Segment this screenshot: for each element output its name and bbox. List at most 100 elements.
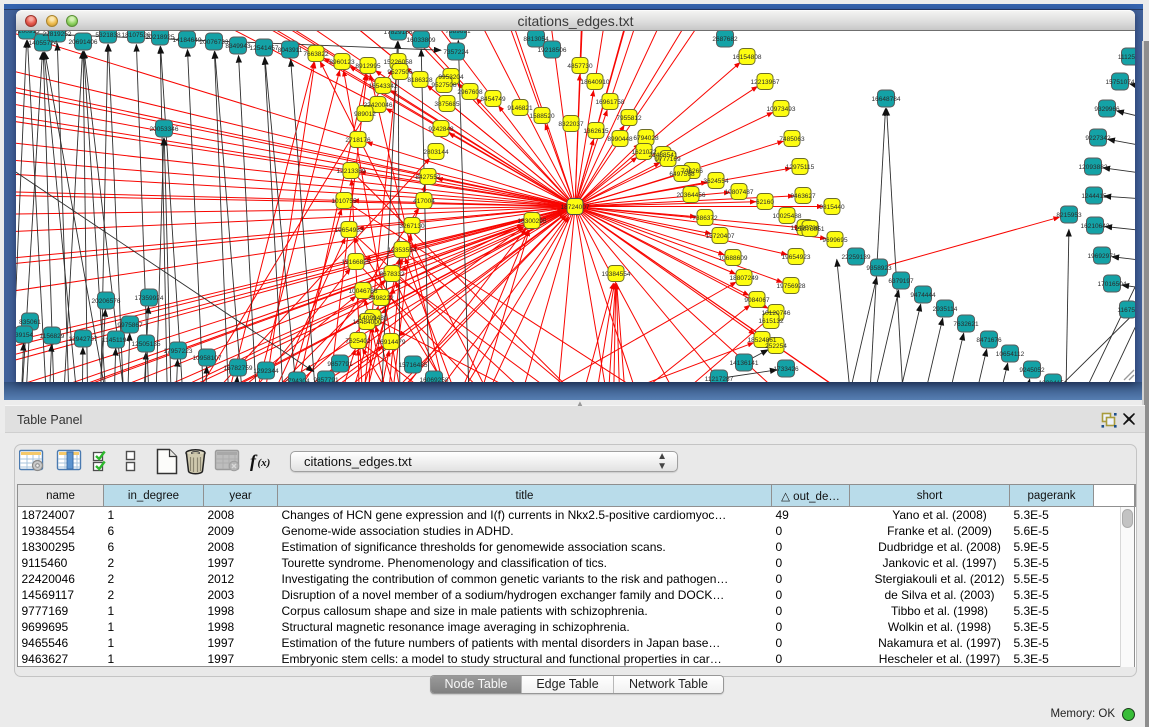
svg-text:9358923: 9358923 <box>866 265 892 272</box>
svg-text:(x): (x) <box>258 457 271 469</box>
svg-text:3624554: 3624554 <box>703 178 729 185</box>
svg-text:417004: 417004 <box>413 198 435 205</box>
svg-text:9777169: 9777169 <box>655 156 681 163</box>
svg-text:6379197: 6379197 <box>888 278 914 285</box>
svg-text:19654983: 19654983 <box>335 227 364 234</box>
svg-text:16648784: 16648784 <box>872 96 901 103</box>
svg-text:9857791: 9857791 <box>327 361 353 368</box>
svg-text:20053346: 20053346 <box>150 126 179 133</box>
svg-text:10807487: 10807487 <box>725 189 754 196</box>
svg-text:7625402: 7625402 <box>345 338 371 345</box>
svg-text:17016504: 17016504 <box>1098 281 1127 288</box>
svg-text:15226058: 15226058 <box>384 59 413 66</box>
svg-text:14184649: 14184649 <box>173 37 202 44</box>
svg-text:1362615: 1362615 <box>583 128 609 135</box>
svg-text:8960123: 8960123 <box>329 59 355 66</box>
svg-text:10120746: 10120746 <box>762 310 791 317</box>
svg-text:19384554: 19384554 <box>602 271 631 278</box>
svg-text:8454749: 8454749 <box>480 96 506 103</box>
svg-text:10973493: 10973493 <box>767 106 796 113</box>
svg-text:3267130: 3267130 <box>399 223 425 230</box>
svg-text:17829186: 17829186 <box>384 31 413 36</box>
svg-text:2718176: 2718176 <box>345 137 371 144</box>
svg-text:17957223: 17957223 <box>164 348 193 355</box>
svg-text:835061: 835061 <box>19 319 41 326</box>
svg-text:116753: 116753 <box>1117 307 1135 314</box>
svg-text:10654112: 10654112 <box>996 351 1025 358</box>
svg-text:16782759: 16782759 <box>224 365 253 372</box>
svg-text:1733426: 1733426 <box>773 366 799 373</box>
svg-text:8678332: 8678332 <box>379 271 405 278</box>
svg-text:1588520: 1588520 <box>529 113 555 120</box>
svg-text:15720407: 15720407 <box>706 233 735 240</box>
svg-text:12505135: 12505135 <box>132 341 161 348</box>
svg-text:1292344: 1292344 <box>253 368 279 375</box>
svg-text:2687682: 2687682 <box>712 36 738 43</box>
svg-text:10025488: 10025488 <box>773 213 802 220</box>
svg-text:7955812: 7955812 <box>616 115 642 122</box>
svg-text:8349943: 8349943 <box>225 43 251 50</box>
svg-text:16033809: 16033809 <box>407 37 436 44</box>
svg-text:22420046: 22420046 <box>364 102 393 109</box>
svg-text:7663822: 7663822 <box>303 51 329 58</box>
svg-text:9329966: 9329966 <box>1094 106 1120 113</box>
svg-text:7200913: 7200913 <box>16 31 40 35</box>
svg-text:7485063: 7485063 <box>779 136 805 143</box>
svg-text:16210643: 16210643 <box>1081 223 1110 230</box>
svg-text:8215953: 8215953 <box>1056 212 1082 219</box>
svg-text:62160: 62160 <box>756 199 774 206</box>
svg-text:15751074: 15751074 <box>1106 79 1135 86</box>
svg-text:9699695: 9699695 <box>822 237 848 244</box>
svg-text:9463627: 9463627 <box>790 193 816 200</box>
svg-text:8471676: 8471676 <box>976 337 1002 344</box>
svg-text:12213967: 12213967 <box>751 79 780 86</box>
svg-text:1112543: 1112543 <box>1118 54 1135 61</box>
svg-text:8427552: 8427552 <box>415 174 441 181</box>
svg-text:16961758: 16961758 <box>596 99 625 106</box>
svg-text:19166825: 19166825 <box>342 259 371 266</box>
svg-text:10046786: 10046786 <box>349 288 378 295</box>
svg-text:16914479: 16914479 <box>377 339 406 346</box>
svg-text:18807249: 18807249 <box>730 275 759 282</box>
svg-text:8990448: 8990448 <box>607 136 633 143</box>
svg-text:9857791: 9857791 <box>313 377 339 382</box>
svg-text:9527506: 9527506 <box>387 69 413 76</box>
svg-text:12541457: 12541457 <box>250 45 279 52</box>
svg-text:8043911: 8043911 <box>278 47 303 54</box>
svg-text:9245052: 9245052 <box>1019 367 1045 374</box>
svg-text:989012: 989012 <box>354 111 376 118</box>
svg-text:7357224: 7357224 <box>443 49 469 56</box>
svg-text:2935114: 2935114 <box>933 306 958 313</box>
svg-text:1244415: 1244415 <box>1081 193 1107 200</box>
svg-text:18724007: 18724007 <box>561 204 590 211</box>
svg-text:19692971: 19692971 <box>1088 253 1117 260</box>
svg-text:20364456: 20364456 <box>677 192 706 199</box>
svg-text:7386372: 7386372 <box>692 215 718 222</box>
svg-text:12975115: 12975115 <box>786 164 815 171</box>
svg-text:22819252: 22819252 <box>43 31 72 38</box>
svg-text:12093882: 12093882 <box>1079 164 1108 171</box>
svg-text:7632621: 7632621 <box>953 321 979 328</box>
svg-text:22259139: 22259139 <box>842 254 871 261</box>
svg-text:4857730: 4857730 <box>567 63 593 70</box>
svg-text:9527508: 9527508 <box>431 82 457 89</box>
svg-text:8912995: 8912995 <box>355 63 381 70</box>
svg-text:39154: 39154 <box>16 332 33 339</box>
svg-text:252254: 252254 <box>765 343 787 350</box>
svg-text:3875685: 3875685 <box>434 101 460 108</box>
svg-text:14055724: 14055724 <box>29 40 58 47</box>
svg-text:6497568: 6497568 <box>669 171 695 178</box>
svg-text:10688609: 10688609 <box>719 255 748 262</box>
svg-text:1615132: 1615132 <box>758 318 784 325</box>
svg-text:12213389: 12213389 <box>337 168 366 175</box>
svg-text:1156829: 1156829 <box>40 333 65 340</box>
svg-text:2803144: 2803144 <box>423 149 449 156</box>
svg-text:16154808: 16154808 <box>733 54 762 61</box>
svg-text:5321838: 5321838 <box>95 32 121 39</box>
svg-text:10958107: 10958107 <box>193 355 222 362</box>
svg-text:22078951: 22078951 <box>796 226 825 233</box>
svg-text:8813054: 8813054 <box>523 36 549 43</box>
svg-text:12353594: 12353594 <box>388 247 417 254</box>
svg-text:11217287: 11217287 <box>705 376 734 382</box>
svg-text:18300295: 18300295 <box>518 218 547 225</box>
